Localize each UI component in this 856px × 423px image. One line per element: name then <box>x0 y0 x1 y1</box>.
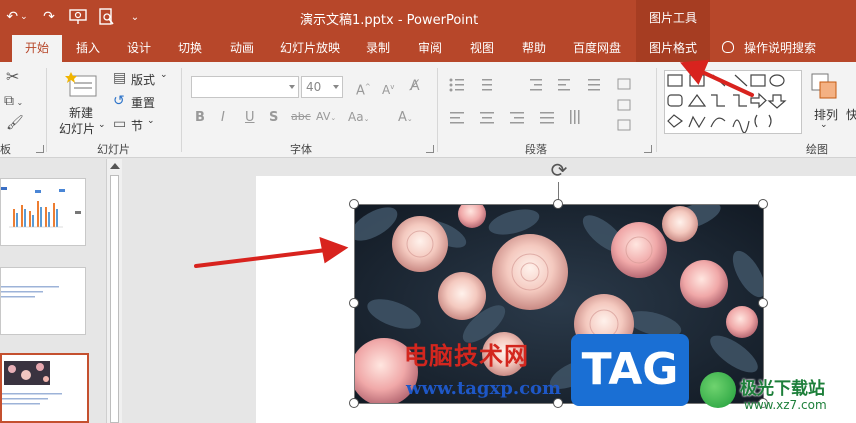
arrow-to-picture-format-tab <box>698 69 754 97</box>
arrow-to-picture <box>194 248 328 268</box>
arrow-head-tab <box>680 59 710 85</box>
powerpoint-window: ↶ ⌄ ↷ ⌄ 演示文稿1.pptx - PowerPoint 图片工具 开始 插… <box>0 0 856 423</box>
annotation-arrows <box>194 59 754 268</box>
arrow-head-picture <box>319 236 349 264</box>
